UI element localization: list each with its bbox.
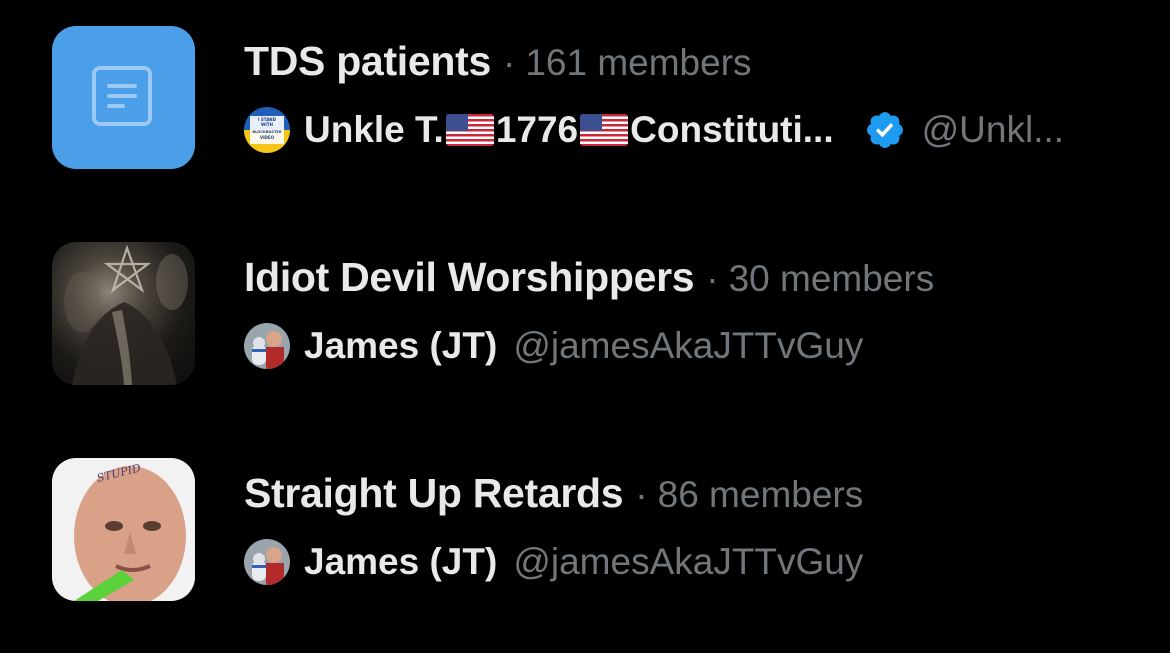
owner-info: James (JT) @jamesAkaJTTvGuy (244, 539, 863, 585)
owner-name-part: Constituti... (630, 109, 834, 150)
community-row-straight-up-retards[interactable]: STUPID Straight Up Retards · 86 members … (0, 456, 1170, 606)
us-flag-icon (445, 114, 494, 146)
pentagram-image (64, 244, 188, 385)
svg-text:WITH: WITH (261, 122, 273, 127)
community-thumbnail (52, 242, 195, 385)
community-title: TDS patients (244, 38, 491, 84)
avatar (244, 323, 290, 369)
owner-name-part: 1776 (495, 109, 579, 150)
community-list: TDS patients · 161 members I STAND WITH … (0, 0, 1170, 653)
owner-name[interactable]: James (JT) (304, 541, 497, 583)
community-title: Straight Up Retards (244, 470, 624, 516)
avatar (244, 539, 290, 585)
member-count: 30 members (728, 258, 935, 299)
community-thumbnail: STUPID (52, 458, 195, 601)
owner-name[interactable]: James (JT) (304, 325, 497, 367)
member-count: 86 members (657, 474, 864, 515)
community-title: Idiot Devil Worshippers (244, 254, 695, 300)
separator-dot: · (706, 258, 719, 299)
separator-dot: · (503, 42, 516, 83)
owner-info: I STAND WITH BLOCKBUSTER VIDEO Unkle T. … (244, 107, 1064, 153)
owner-handle[interactable]: @jamesAkaJTTvGuy (513, 541, 863, 583)
owner-handle[interactable]: @Unkl... (922, 109, 1064, 151)
community-thumbnail (52, 26, 195, 169)
community-row-tds-patients[interactable]: TDS patients · 161 members I STAND WITH … (0, 24, 1170, 174)
owner-handle[interactable]: @jamesAkaJTTvGuy (513, 325, 863, 367)
separator-dot: · (635, 474, 648, 515)
us-flag-icon (580, 114, 629, 146)
owner-name[interactable]: Unkle T. 1776 Constituti... (304, 109, 834, 151)
verified-badge-icon (866, 112, 903, 148)
member-count: 161 members (525, 42, 752, 83)
svg-text:BLOCKBUSTER: BLOCKBUSTER (252, 130, 282, 134)
owner-info: James (JT) @jamesAkaJTTvGuy (244, 323, 863, 369)
avatar: I STAND WITH BLOCKBUSTER VIDEO (244, 107, 290, 153)
list-document-icon (92, 66, 152, 126)
svg-text:VIDEO: VIDEO (260, 135, 275, 140)
face-photo: STUPID (52, 458, 195, 601)
owner-name-part: Unkle T. (304, 109, 444, 150)
community-row-idiot-devil-worshippers[interactable]: Idiot Devil Worshippers · 30 members Jam… (0, 240, 1170, 390)
